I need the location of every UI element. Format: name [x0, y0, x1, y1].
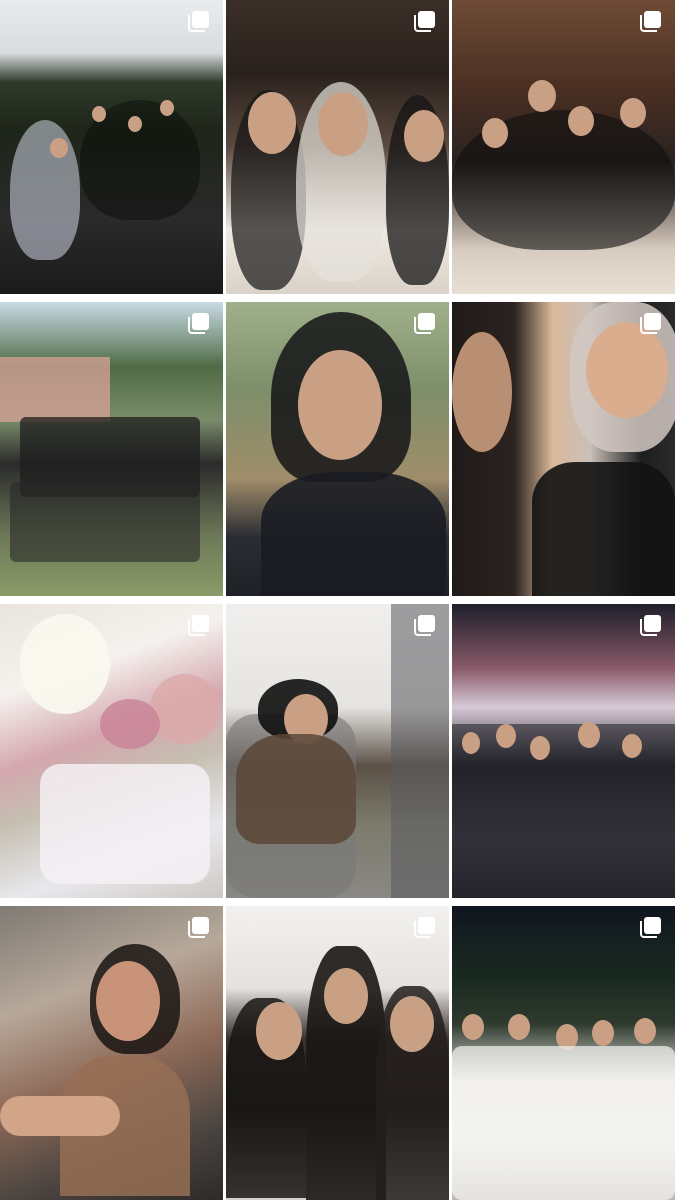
multiple-photos-icon: [187, 915, 211, 939]
post-photo: [226, 906, 449, 1200]
post-thumbnail[interactable]: [226, 0, 449, 294]
post-photo: [452, 0, 675, 294]
post-thumbnail[interactable]: [0, 302, 223, 596]
profile-post-grid: [0, 0, 675, 1200]
multiple-photos-icon: [187, 9, 211, 33]
multiple-photos-icon: [413, 311, 437, 335]
post-photo: [0, 906, 223, 1200]
multiple-photos-icon: [413, 613, 437, 637]
multiple-photos-icon: [413, 9, 437, 33]
post-thumbnail[interactable]: [452, 604, 675, 898]
multiple-photos-icon: [639, 915, 663, 939]
post-photo: [226, 0, 449, 294]
post-thumbnail[interactable]: [0, 604, 223, 898]
post-thumbnail[interactable]: [226, 302, 449, 596]
post-photo: [0, 302, 223, 596]
post-photo: [0, 604, 223, 898]
post-thumbnail[interactable]: [0, 0, 223, 294]
post-photo: [452, 302, 675, 596]
multiple-photos-icon: [639, 613, 663, 637]
multiple-photos-icon: [639, 311, 663, 335]
post-thumbnail[interactable]: [452, 906, 675, 1200]
post-photo: [0, 0, 223, 294]
post-thumbnail[interactable]: [452, 0, 675, 294]
post-photo: [452, 906, 675, 1200]
post-thumbnail[interactable]: [452, 302, 675, 596]
multiple-photos-icon: [187, 311, 211, 335]
post-thumbnail[interactable]: [226, 604, 449, 898]
post-thumbnail[interactable]: [0, 906, 223, 1200]
post-photo: [226, 302, 449, 596]
post-photo: [452, 604, 675, 898]
multiple-photos-icon: [639, 9, 663, 33]
multiple-photos-icon: [413, 915, 437, 939]
post-photo: [226, 604, 449, 898]
multiple-photos-icon: [187, 613, 211, 637]
post-thumbnail[interactable]: [226, 906, 449, 1200]
